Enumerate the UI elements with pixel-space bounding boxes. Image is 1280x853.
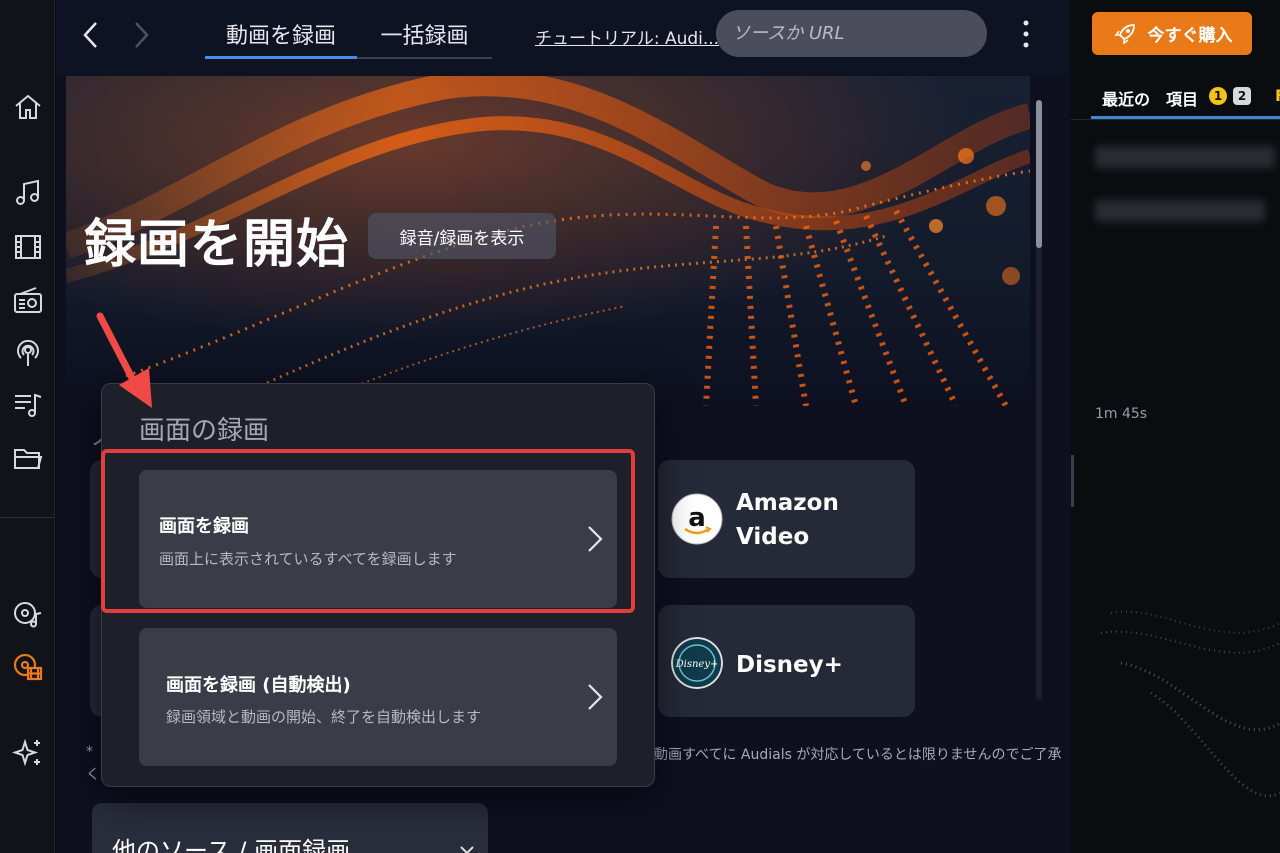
disclaimer-note: 動画すべてに Audials が対応しているとは限りませんのでご了承 xyxy=(654,747,1062,763)
tab-record-video[interactable]: 動画を録画 xyxy=(205,18,357,60)
tab-recent[interactable]: 最近の xyxy=(1102,86,1150,110)
page-title: 録画を開始 xyxy=(84,215,350,275)
items-label: 項目 xyxy=(1166,90,1199,109)
video-recording-icon[interactable] xyxy=(10,649,46,685)
service-name: Disney+ xyxy=(736,652,843,678)
right-panel: 今すぐ購入 最近の 項目 1 2 F 1m 45s xyxy=(1071,0,1280,853)
forward-arrow-icon[interactable] xyxy=(126,18,156,52)
svg-text:a: a xyxy=(688,503,706,533)
music-recording-icon[interactable] xyxy=(10,596,46,632)
back-arrow-icon[interactable] xyxy=(76,18,106,52)
disney-plus-logo-icon: Disney+ xyxy=(671,637,723,689)
folder-icon[interactable] xyxy=(10,440,46,476)
option-title: 画面を録画 (自動検出) xyxy=(166,675,351,696)
buy-now-button[interactable]: 今すぐ購入 xyxy=(1092,12,1252,55)
note-partial: く xyxy=(86,767,100,783)
rocket-icon xyxy=(1113,23,1135,45)
scrollbar[interactable] xyxy=(1071,455,1074,507)
record-screen-auto-detect-option[interactable]: 画面を録画 (自動検出) 録画領域と動画の開始、終了を自動検出します xyxy=(139,628,617,766)
service-card-disney-plus[interactable]: Disney+ Disney+ xyxy=(658,605,915,717)
decorative-wave-graphic xyxy=(1100,610,1280,798)
hero-banner: 録画を開始 録音/録画を表示 xyxy=(66,76,1030,406)
show-recordings-button[interactable]: 録音/録画を表示 xyxy=(368,213,556,259)
music-icon[interactable] xyxy=(10,175,46,211)
source-url-input[interactable] xyxy=(716,10,987,57)
more-menu-icon[interactable] xyxy=(1016,16,1036,52)
chevron-right-icon xyxy=(588,684,603,710)
other-sources-label: 他のソース / 画面録画 xyxy=(112,837,351,853)
film-icon[interactable] xyxy=(10,229,46,265)
service-card-amazon-video[interactable]: a Amazon Video xyxy=(658,460,915,578)
sidebar-divider xyxy=(0,517,55,518)
tab-batch-record[interactable]: 一括録画 xyxy=(357,18,492,60)
tab-partial[interactable]: F xyxy=(1275,86,1280,105)
count-badge-1: 1 xyxy=(1209,87,1227,105)
annotation-highlight-box xyxy=(101,449,635,613)
annotation-arrow-icon xyxy=(96,312,152,408)
top-bar: 動画を録画 一括録画 チュートリアル: Audi... xyxy=(56,0,1070,75)
service-name-line2: Video xyxy=(736,524,810,550)
buy-now-label: 今すぐ購入 xyxy=(1147,26,1233,46)
count-badge-2: 2 xyxy=(1233,87,1251,105)
amazon-logo-icon: a xyxy=(671,493,723,545)
service-name-line1: Amazon xyxy=(736,490,839,516)
podcast-icon[interactable] xyxy=(10,335,46,371)
duration-label: 1m 45s xyxy=(1095,406,1148,422)
playlist-icon[interactable] xyxy=(10,387,46,423)
sparkle-ai-icon[interactable] xyxy=(10,735,46,771)
blurred-item[interactable] xyxy=(1095,146,1275,168)
divider xyxy=(1071,119,1280,120)
other-sources-dropdown[interactable]: 他のソース / 画面録画 xyxy=(92,803,488,853)
option-description: 録画領域と動画の開始、終了を自動検出します xyxy=(166,708,482,726)
radio-icon[interactable] xyxy=(10,282,46,318)
blurred-item[interactable] xyxy=(1095,200,1265,222)
scrollbar-thumb[interactable] xyxy=(1036,100,1042,248)
home-icon[interactable] xyxy=(10,89,46,125)
chevron-down-icon xyxy=(460,846,474,853)
svg-text:Disney+: Disney+ xyxy=(675,659,719,670)
note-marker: * xyxy=(86,744,93,760)
active-tab-indicator xyxy=(205,56,357,59)
left-sidebar xyxy=(0,0,55,853)
tutorial-link[interactable]: チュートリアル: Audi... xyxy=(535,24,719,49)
